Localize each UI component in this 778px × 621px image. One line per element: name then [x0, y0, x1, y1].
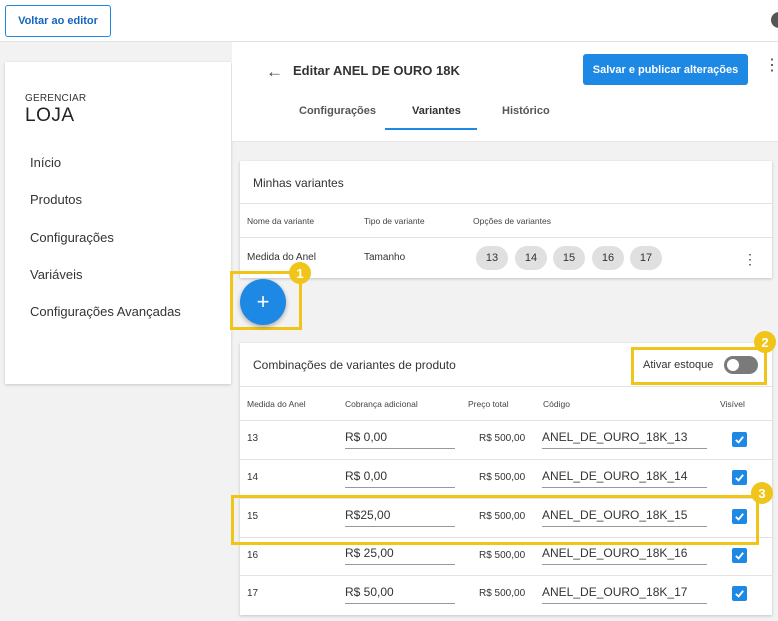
total-price-cell: R$ 500,00 — [479, 588, 526, 599]
more-options-icon[interactable]: ⋮ — [764, 58, 778, 74]
total-price-cell: R$ 500,00 — [479, 472, 526, 483]
variants-card: Minhas variantes Nome da variante Tipo d… — [240, 161, 772, 278]
variant-option-chip[interactable]: 13 — [476, 246, 508, 270]
sidebar-title: LOJA — [25, 105, 75, 126]
divider — [240, 203, 772, 204]
divider — [240, 575, 772, 576]
column-header-variant-type: Tipo de variante — [364, 216, 425, 226]
visible-checkbox[interactable] — [732, 432, 747, 447]
row-more-options-icon[interactable]: ⋮ — [743, 252, 757, 266]
check-icon — [735, 552, 744, 560]
column-header-variant-options: Opções de variantes — [473, 216, 551, 226]
visible-checkbox[interactable] — [732, 470, 747, 485]
check-icon — [735, 590, 744, 598]
active-tab-indicator — [385, 128, 477, 130]
add-variant-button[interactable]: + — [240, 279, 286, 325]
extra-charge-input[interactable]: R$ 25,00 — [345, 546, 455, 565]
total-price-cell: R$ 500,00 — [479, 433, 526, 444]
column-header-visible: Visível — [720, 399, 745, 409]
highlight-row-15 — [231, 495, 759, 545]
sidebar-section-label: GERENCIAR — [25, 93, 87, 104]
variant-name-cell: Medida do Anel — [247, 252, 316, 263]
column-header-variant-name: Nome da variante — [247, 216, 315, 226]
page-title: Editar ANEL DE OURO 18K — [293, 63, 460, 78]
save-publish-button[interactable]: Salvar e publicar alterações — [583, 54, 748, 85]
extra-charge-input[interactable]: R$ 50,00 — [345, 585, 455, 604]
divider — [240, 386, 772, 387]
code-input[interactable]: ANEL_DE_OURO_18K_17 — [542, 585, 707, 604]
column-header-total-price: Preço total — [468, 399, 509, 409]
sidebar: GERENCIAR LOJA Início Produtos Configura… — [5, 62, 231, 384]
sidebar-item-configuracoes[interactable]: Configurações — [30, 230, 114, 245]
column-header-code: Código — [543, 399, 570, 409]
size-cell: 13 — [247, 433, 259, 444]
sidebar-item-configuracoes-avancadas[interactable]: Configurações Avançadas — [30, 304, 181, 319]
step-badge: 1 — [289, 262, 311, 284]
sidebar-item-produtos[interactable]: Produtos — [30, 192, 82, 207]
avatar[interactable] — [771, 12, 778, 28]
size-cell: 17 — [247, 588, 259, 599]
sidebar-item-inicio[interactable]: Início — [30, 155, 61, 170]
column-header-size: Medida do Anel — [247, 399, 306, 409]
back-arrow-icon[interactable]: ← — [266, 62, 283, 82]
top-bar: Voltar ao editor — [0, 0, 778, 42]
sidebar-item-variaveis[interactable]: Variáveis — [30, 267, 83, 282]
check-icon — [735, 436, 744, 444]
size-cell: 16 — [247, 550, 259, 561]
variant-option-chip[interactable]: 14 — [515, 246, 547, 270]
extra-charge-input[interactable]: R$ 0,00 — [345, 469, 455, 488]
editor-header: ← Editar ANEL DE OURO 18K Salvar e publi… — [232, 42, 778, 142]
variants-card-title: Minhas variantes — [253, 176, 344, 190]
combinations-card-title: Combinações de variantes de produto — [253, 358, 456, 372]
variant-option-chip[interactable]: 17 — [630, 246, 662, 270]
column-header-extra-charge: Cobrança adicional — [345, 399, 418, 409]
size-cell: 14 — [247, 472, 259, 483]
divider — [240, 420, 772, 421]
tab-historico[interactable]: Histórico — [502, 105, 550, 117]
variant-option-chip[interactable]: 15 — [553, 246, 585, 270]
divider — [240, 237, 772, 238]
extra-charge-input[interactable]: R$ 0,00 — [345, 430, 455, 449]
visible-checkbox[interactable] — [732, 548, 747, 563]
code-input[interactable]: ANEL_DE_OURO_18K_16 — [542, 546, 707, 565]
total-price-cell: R$ 500,00 — [479, 550, 526, 561]
tab-configuracoes[interactable]: Configurações — [299, 105, 376, 117]
visible-checkbox[interactable] — [732, 586, 747, 601]
code-input[interactable]: ANEL_DE_OURO_18K_14 — [542, 469, 707, 488]
code-input[interactable]: ANEL_DE_OURO_18K_13 — [542, 430, 707, 449]
check-icon — [735, 474, 744, 482]
variant-type-cell: Tamanho — [364, 252, 406, 263]
divider — [240, 459, 772, 460]
tab-variantes[interactable]: Variantes — [412, 105, 461, 117]
variant-option-chip[interactable]: 16 — [592, 246, 624, 270]
step-badge: 2 — [754, 331, 776, 353]
back-to-editor-button[interactable]: Voltar ao editor — [5, 5, 111, 37]
highlight-stock-toggle — [631, 347, 767, 385]
step-badge: 3 — [751, 482, 773, 504]
